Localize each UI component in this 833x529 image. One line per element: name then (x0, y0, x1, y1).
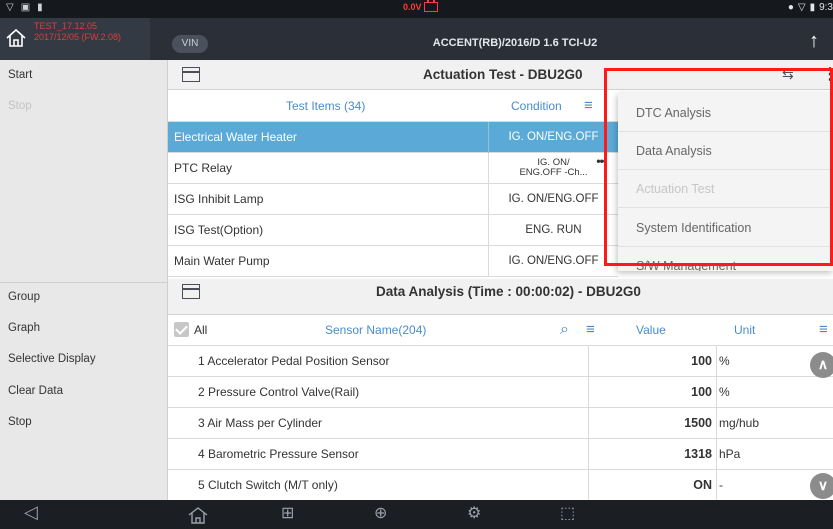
search-icon[interactable]: ⌕ (560, 315, 569, 345)
sensor-name: 5 Clutch Switch (M/T only) (198, 478, 338, 492)
sensor-unit: mg/hub (719, 416, 760, 430)
home-button[interactable]: TEST_17.12.05 2017/12/05 (FW.2.08) (0, 18, 150, 60)
condition-line-2: ENG.OFF -Ch... (519, 167, 588, 178)
test-item-condition: IG. ON/ENG.OFF (488, 122, 618, 153)
usb-icon: ▮ (37, 2, 43, 13)
column-divider (716, 439, 717, 470)
version-line-1: TEST_17.12.05 (34, 21, 98, 31)
status-icons-left: ▽ ▣ ▮ (6, 2, 43, 13)
battery-icon: ▮ (809, 2, 816, 13)
globe-icon[interactable]: ⊕ (374, 506, 387, 522)
sensor-value: 1318 (588, 439, 716, 470)
sort-icon[interactable]: ≡ (586, 315, 595, 345)
select-all-checkbox[interactable] (174, 322, 189, 337)
test-item-condition: IG. ON/ENG.OFF (488, 246, 618, 277)
highlight-box (604, 68, 833, 266)
table-row[interactable]: PTC Relay IG. ON/ ENG.OFF -Ch... ••• (168, 153, 618, 184)
home-nav-icon[interactable] (188, 506, 208, 528)
col-unit: Unit (734, 323, 756, 337)
home-icon (6, 28, 26, 47)
column-divider (716, 470, 717, 501)
window-icon[interactable] (182, 284, 200, 299)
vehicle-name: ACCENT(RB)/2016/D 1.6 TCI-U2 (432, 37, 598, 49)
sensor-value: 1500 (588, 408, 716, 439)
record-icon: ● (787, 2, 794, 13)
car-battery-icon (423, 0, 438, 12)
apps-grid-icon[interactable]: ⊞ (281, 506, 294, 522)
test-item-name: Main Water Pump (174, 254, 270, 268)
sensor-unit: - (719, 478, 723, 492)
col-test-items: Test Items (34) (286, 99, 366, 113)
version-line-2: 2017/12/05 (FW.2.08) (34, 32, 122, 42)
clock: 9:3 (819, 2, 833, 13)
column-divider (716, 377, 717, 408)
software-version: TEST_17.12.05 2017/12/05 (FW.2.08) (34, 21, 121, 43)
battery-voltage: 0.0V (403, 0, 438, 12)
test-item-condition: IG. ON/ ENG.OFF -Ch... ••• (488, 153, 618, 184)
screenshot-icon[interactable]: ⬚ (560, 506, 575, 522)
sensor-name: 2 Pressure Control Valve(Rail) (198, 385, 360, 399)
test-item-condition: ENG. RUN (488, 215, 618, 246)
sensor-name: 1 Accelerator Pedal Position Sensor (198, 354, 390, 368)
sensor-value: 100 (588, 346, 716, 377)
table-row[interactable]: ISG Test(Option) ENG. RUN (168, 215, 618, 246)
test-item-condition: IG. ON/ENG.OFF (488, 184, 618, 215)
test-item-name: PTC Relay (174, 161, 233, 175)
sensor-unit: % (719, 354, 730, 368)
voltage-value: 0.0V (403, 2, 422, 12)
sensor-value: ON (588, 470, 716, 501)
sensor-unit: % (719, 385, 730, 399)
upload-icon[interactable]: ↑ (809, 30, 833, 56)
scroll-down-icon[interactable]: ∨ (810, 473, 833, 499)
table-row[interactable]: 4 Barometric Pressure Sensor 1318 hPa (168, 439, 833, 470)
navigation-bar: ◁ ⊞ ⊕ ⚙ ⬚ (0, 500, 833, 529)
sidebar-stop[interactable]: Stop (0, 407, 168, 438)
window-icon[interactable] (182, 67, 200, 82)
sidebar-selective-display[interactable]: Selective Display (0, 344, 168, 375)
signal-icon: ▽ (797, 2, 806, 13)
test-item-name: ISG Inhibit Lamp (174, 192, 264, 206)
status-icons-right: ● ▽ ▮ 9:3 (788, 2, 833, 13)
test-item-name: Electrical Water Heater (174, 130, 297, 144)
back-icon[interactable]: ◁ (24, 503, 38, 521)
sensor-value: 100 (588, 377, 716, 408)
table-row[interactable]: 2 Pressure Control Valve(Rail) 100 % (168, 377, 833, 408)
scroll-up-icon[interactable]: ∧ (810, 352, 833, 378)
test-item-name: ISG Test(Option) (174, 223, 264, 237)
col-all: All (194, 323, 208, 337)
column-divider (716, 408, 717, 439)
sidebar-clear-data[interactable]: Clear Data (0, 376, 168, 407)
data-analysis-header: Data Analysis (Time : 00:00:02) - DBU2G0 (168, 279, 833, 315)
table-row[interactable]: 1 Accelerator Pedal Position Sensor 100 … (168, 346, 833, 377)
sidebar-graph[interactable]: Graph (0, 313, 168, 344)
unit-sort-icon[interactable]: ≡ (819, 315, 828, 345)
actuation-title: Actuation Test - DBU2G0 (423, 67, 583, 82)
table-row[interactable]: 5 Clutch Switch (M/T only) ON - (168, 470, 833, 501)
table-row[interactable]: Main Water Pump IG. ON/ENG.OFF (168, 246, 618, 277)
sidebar: Start Stop Group Graph Selective Display… (0, 60, 168, 500)
data-analysis-title: Data Analysis (Time : 00:00:02) - DBU2G0 (376, 284, 641, 299)
sensor-name: 4 Barometric Pressure Sensor (198, 447, 359, 461)
col-sensor-name: Sensor Name(204) (325, 323, 427, 337)
sidebar-start[interactable]: Start (0, 60, 168, 91)
col-condition: Condition (511, 99, 562, 113)
wifi-icon: ▽ (6, 2, 14, 13)
sensor-unit: hPa (719, 447, 741, 461)
col-value: Value (636, 323, 666, 337)
table-row[interactable]: 3 Air Mass per Cylinder 1500 mg/hub (168, 408, 833, 439)
sort-icon[interactable]: ≡ (584, 91, 593, 121)
table-row-selected[interactable]: Electrical Water Heater IG. ON/ENG.OFF (168, 122, 618, 153)
sidebar-stop-disabled[interactable]: Stop (0, 91, 168, 122)
vin-button[interactable]: VIN (172, 35, 208, 53)
sidebar-group[interactable]: Group (0, 282, 168, 313)
notification-icon: ▣ (20, 2, 31, 13)
status-bar: ▽ ▣ ▮ 0.0V ● ▽ ▮ 9:3 (0, 0, 833, 18)
app-header: TEST_17.12.05 2017/12/05 (FW.2.08) VIN A… (0, 18, 833, 60)
column-divider (716, 346, 717, 377)
sensor-name: 3 Air Mass per Cylinder (198, 416, 323, 430)
settings-icon[interactable]: ⚙ (467, 506, 481, 522)
table-row[interactable]: ISG Inhibit Lamp IG. ON/ENG.OFF (168, 184, 618, 215)
home-outline-icon (188, 507, 208, 524)
